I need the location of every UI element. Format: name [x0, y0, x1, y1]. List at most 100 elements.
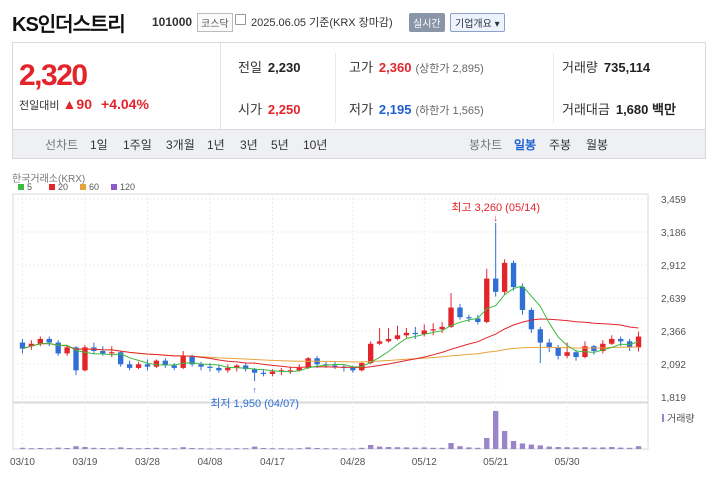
volume-bar [278, 448, 285, 450]
y-tick-label: 3,459 [661, 195, 686, 206]
volume-bar [430, 447, 436, 449]
volume-bar [171, 448, 177, 450]
volume-bar [332, 448, 338, 450]
volume-bar [323, 448, 329, 450]
tab-1w[interactable]: 1주일 [123, 136, 152, 153]
candle-body [350, 367, 356, 371]
realtime-button[interactable]: 실시간 [409, 13, 445, 32]
stat-label: 거래대금 [562, 102, 610, 117]
candle-body [448, 307, 454, 327]
low-arrow-icon: ↑ [252, 385, 257, 395]
volume-bar [376, 446, 383, 449]
volume-bar [537, 445, 543, 449]
lower-limit: (하한가 1,565) [415, 105, 484, 117]
tab-daily[interactable]: 일봉 [514, 136, 536, 153]
stat-high: 고가 2,360 (상한가 2,895) [349, 57, 484, 76]
candle-body [153, 360, 160, 367]
change-label: 전일대비 [19, 100, 60, 112]
volume-bar [564, 447, 570, 449]
volume-bar [91, 447, 97, 449]
candle-body [564, 352, 570, 356]
volume-bar [243, 448, 249, 450]
volume-bar [573, 447, 579, 449]
volume-bar [519, 443, 526, 449]
candle-body [368, 343, 374, 364]
volume-bar [501, 431, 508, 449]
candle-body [466, 317, 472, 319]
candle-body [207, 366, 213, 368]
volume-bar [626, 447, 633, 449]
volume-bar [287, 448, 293, 450]
ma5-line [22, 285, 639, 373]
candle-body [555, 347, 561, 356]
x-tick-label: 04/28 [340, 457, 365, 468]
stat-open: 시가 2,250 [238, 99, 300, 118]
candle-body [537, 329, 543, 343]
volume-bar [484, 438, 490, 449]
volume-bar [528, 444, 535, 449]
candle-body [385, 338, 392, 342]
y-tick-label: 2,092 [661, 360, 686, 371]
tab-3m[interactable]: 3개월 [166, 136, 195, 153]
stat-value: 735,114 [603, 60, 651, 75]
stat-low: 저가 2,195 (하한가 1,565) [349, 99, 484, 118]
chart-svg[interactable]: 한국거래소(KRX)5 20 60 120 3,459 3,186 2,912 2,639 2,… [0, 159, 707, 478]
volume-bar [225, 448, 231, 450]
volume-bar [359, 447, 365, 449]
volume-bar [260, 448, 267, 449]
x-tick-label: 05/30 [555, 457, 580, 468]
stat-label: 시가 [238, 102, 262, 117]
divider [553, 53, 554, 123]
volume-bar [207, 448, 213, 450]
stat-value: 1,680 백만 [615, 102, 676, 117]
stat-prev-close: 전일 2,230 [238, 57, 300, 76]
candle-body [126, 364, 133, 368]
candle-body [609, 338, 615, 344]
tab-weekly[interactable]: 주봉 [549, 136, 571, 153]
volume-bar [600, 447, 606, 449]
y-tick-label: 2,639 [661, 294, 686, 305]
stat-label: 거래량 [562, 60, 598, 75]
candle-body [376, 341, 383, 344]
company-overview-button[interactable]: 기업개요 ▾ [450, 13, 505, 32]
y-tick-label: 3,186 [661, 228, 686, 239]
tab-10y[interactable]: 10년 [303, 136, 327, 153]
stat-value: 2,195 [378, 102, 412, 117]
tab-5y[interactable]: 5년 [271, 136, 289, 153]
tab-3y[interactable]: 3년 [240, 136, 258, 153]
legend-swatch-60 [80, 184, 86, 190]
price-cell: 2,320 전일대비 ▲90 +4.04% [13, 43, 221, 129]
stat-label: 고가 [349, 60, 373, 75]
volume-bar [439, 447, 445, 449]
volume-bar [448, 443, 454, 449]
stat-amount: 거래대금 1,680 백만 [562, 99, 676, 118]
candle-body [82, 347, 88, 371]
y-tick-label: 2,912 [661, 261, 686, 272]
candle-body [332, 365, 338, 367]
price-chart[interactable]: 한국거래소(KRX) 5 20 60 120 3,459 3,186 2,912 2,639 2,… [0, 159, 707, 478]
stat-label: 전일 [238, 60, 262, 75]
chart-tabs: 선차트 1일 1주일 3개월 1년 3년 5년 10년 봉차트 일봉 주봉 월봉 [12, 130, 706, 159]
candle-body [55, 342, 61, 354]
candle-body [430, 329, 436, 331]
y-tick-label: 1,819 [661, 393, 686, 404]
tab-monthly[interactable]: 월봉 [586, 136, 608, 153]
ma20-line [22, 318, 639, 369]
candle-body [180, 355, 186, 368]
y-tick-label: 2,366 [661, 327, 686, 338]
volume-bar [189, 448, 195, 449]
tab-1y[interactable]: 1년 [207, 136, 225, 153]
volume-bar [216, 448, 222, 450]
legend-swatch-20 [49, 184, 55, 190]
legend-label-60: 60 [89, 182, 99, 192]
stock-code: 101000 [152, 15, 193, 29]
volume-bar [510, 441, 517, 449]
candle-body [457, 307, 463, 318]
candle-body [198, 364, 204, 367]
volume-bar [493, 411, 499, 449]
volume-bar [314, 448, 320, 449]
upper-limit: (상한가 2,895) [415, 63, 484, 75]
tab-1d[interactable]: 1일 [90, 136, 108, 153]
candle-body [135, 364, 142, 368]
volume-label: 거래량 [667, 413, 695, 425]
